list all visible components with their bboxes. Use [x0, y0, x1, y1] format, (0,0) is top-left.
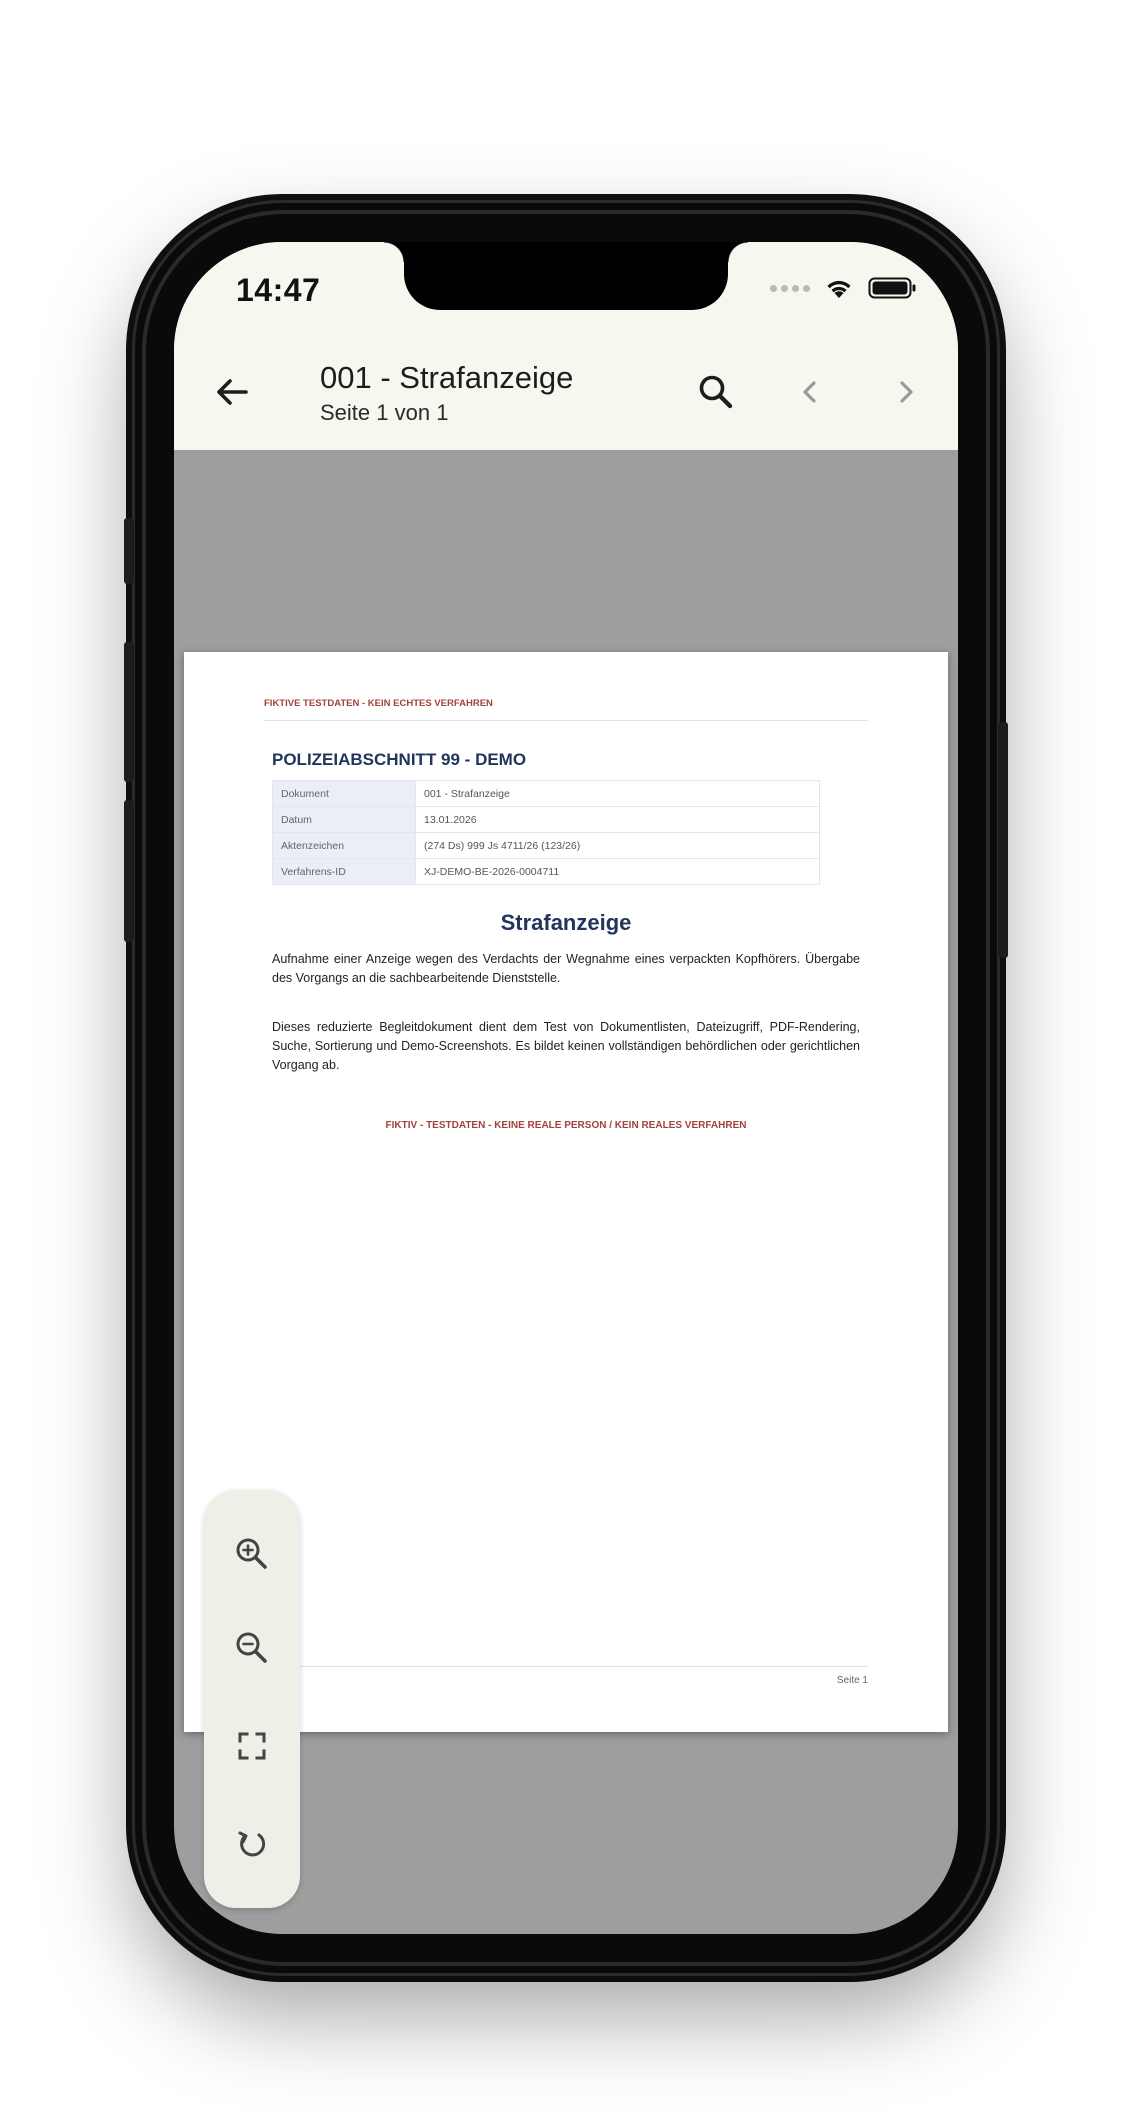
power-button	[998, 722, 1008, 958]
wifi-icon	[827, 280, 851, 298]
meta-value: XJ-DEMO-BE-2026-0004711	[415, 858, 820, 885]
meta-key: Verfahrens-ID	[272, 858, 416, 885]
title-block: 001 - Strafanzeige Seite 1 von 1	[320, 360, 573, 426]
meta-value: (274 Ds) 999 Js 4711/26 (123/26)	[415, 832, 820, 859]
status-icons	[770, 276, 918, 300]
search-icon	[699, 375, 733, 409]
body-paragraph-2: Dieses reduzierte Begleitdokument dient …	[272, 1020, 860, 1072]
zoom-out-button[interactable]	[228, 1624, 276, 1672]
meta-key: Dokument	[272, 780, 416, 807]
zoom-in-button[interactable]	[228, 1530, 276, 1578]
chevron-right-icon	[900, 381, 913, 403]
volume-up-button	[124, 642, 134, 782]
table-row: Datum 13.01.2026	[272, 806, 820, 833]
cellular-signal-icon	[770, 284, 810, 292]
meta-key: Aktenzeichen	[272, 832, 416, 859]
status-time: 14:47	[236, 272, 321, 308]
metadata-table: Dokument 001 - Strafanzeige Datum 13.01.…	[272, 780, 820, 885]
next-match-button[interactable]	[882, 368, 930, 416]
previous-match-button[interactable]	[786, 368, 834, 416]
battery-icon	[868, 277, 916, 299]
volume-down-button	[124, 800, 134, 942]
meta-value: 001 - Strafanzeige	[415, 780, 820, 807]
test-data-banner-top: FIKTIVE TESTDATEN - KEIN ECHTES VERFAHRE…	[264, 698, 493, 709]
arrow-left-icon	[217, 379, 248, 405]
silent-switch	[124, 518, 134, 584]
chevron-left-icon	[803, 381, 816, 403]
fit-screen-button[interactable]	[228, 1722, 276, 1770]
stage: 14:47 001 - Strafanzeige Seite 1 von 1 F…	[0, 0, 1128, 2124]
table-row: Aktenzeichen (274 Ds) 999 Js 4711/26 (12…	[272, 832, 820, 859]
zoom-out-icon	[236, 1632, 267, 1663]
test-data-banner-bottom: FIKTIV - TESTDATEN - KEINE REALE PERSON …	[385, 1120, 747, 1131]
back-button[interactable]	[208, 368, 256, 416]
rotate-button[interactable]	[228, 1820, 276, 1868]
fit-screen-icon	[238, 1732, 266, 1760]
table-row: Dokument 001 - Strafanzeige	[272, 780, 820, 807]
document-heading: Strafanzeige	[500, 910, 632, 935]
body-paragraph-1: Aufnahme einer Anzeige wegen des Verdach…	[272, 952, 860, 985]
table-row: Verfahrens-ID XJ-DEMO-BE-2026-0004711	[272, 858, 820, 885]
app-bar: 14:47 001 - Strafanzeige Seite 1 von 1	[174, 242, 958, 450]
page-footer: Seite 1	[836, 1675, 868, 1686]
authority-heading: POLIZEIABSCHNITT 99 - DEMO	[272, 750, 527, 769]
meta-value: 13.01.2026	[415, 806, 820, 833]
zoom-controls	[204, 1490, 300, 1908]
screen: 14:47 001 - Strafanzeige Seite 1 von 1 F…	[174, 242, 958, 1934]
rotate-icon	[238, 1831, 266, 1857]
zoom-in-icon	[236, 1538, 267, 1569]
notch	[384, 242, 748, 310]
phone-frame: 14:47 001 - Strafanzeige Seite 1 von 1 F…	[124, 200, 1008, 1976]
footer-divider	[264, 1666, 868, 1667]
search-button[interactable]	[692, 368, 740, 416]
header-divider	[264, 720, 868, 721]
page-indicator: Seite 1 von 1	[320, 400, 449, 425]
document-title: 001 - Strafanzeige	[320, 360, 574, 395]
meta-key: Datum	[272, 806, 416, 833]
